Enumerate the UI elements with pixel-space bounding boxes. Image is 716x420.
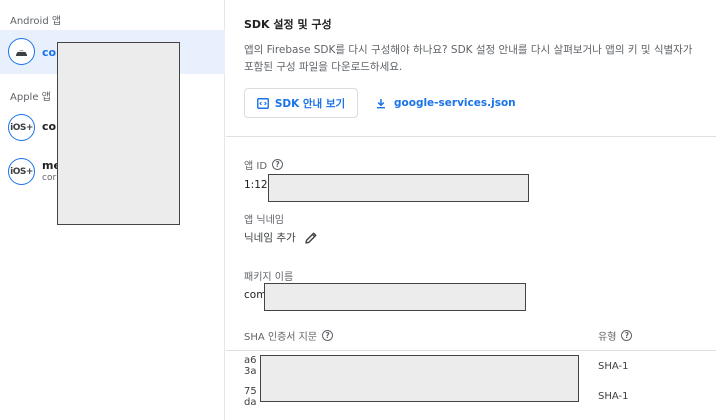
sdk-description: 앱의 Firebase SDK를 다시 구성해야 하나요? SDK 설정 안내를… xyxy=(244,44,693,73)
nickname-value: 닉네임 추가 xyxy=(244,232,296,244)
sha-fingerprint-label: SHA 인증서 지문 ? xyxy=(244,328,334,343)
sdk-section-title: SDK 설정 및 구성 xyxy=(244,18,332,31)
redaction-box xyxy=(57,42,180,225)
sha-fingerprint-row: 75 da xyxy=(244,386,257,408)
app-id-label: 앱 ID ? xyxy=(244,157,284,172)
sdk-guide-button-label: SDK 안내 보기 xyxy=(274,97,346,110)
sha-type-value: SHA-1 xyxy=(598,361,629,372)
add-nickname-button[interactable]: 닉네임 추가 xyxy=(244,230,318,245)
package-name-label: 패키지 이름 xyxy=(244,272,294,283)
redaction-box xyxy=(260,355,579,402)
edit-pencil-icon xyxy=(304,232,317,244)
help-icon[interactable]: ? xyxy=(322,330,334,341)
download-config-button[interactable]: google-services.json xyxy=(376,88,516,118)
section-divider xyxy=(226,136,716,137)
help-icon[interactable]: ? xyxy=(272,159,284,170)
redaction-box xyxy=(268,174,529,202)
app-details-panel: SDK 설정 및 구성 앱의 Firebase SDK를 다시 구성해야 하나요… xyxy=(226,0,716,420)
table-divider xyxy=(226,350,716,351)
sha-type-label: 유형 ? xyxy=(598,328,633,343)
apps-panel: Android 앱 cor Apple 앱 iOS+ cor iOS+ me c… xyxy=(0,0,225,420)
ios-app-bundle: cor xyxy=(42,173,57,183)
help-icon[interactable]: ? xyxy=(621,330,633,341)
android-section-label: Android 앱 xyxy=(10,16,62,27)
redaction-box xyxy=(264,283,526,311)
ios-icon: iOS+ xyxy=(8,158,35,185)
android-icon xyxy=(8,38,35,65)
download-icon xyxy=(377,98,385,108)
apple-section-label: Apple 앱 xyxy=(10,92,51,103)
ios-icon: iOS+ xyxy=(8,114,35,141)
app-id-value: 1:12 xyxy=(244,179,268,191)
download-config-label: google-services.json xyxy=(394,97,516,109)
sha-fingerprint-row: a6 3a xyxy=(244,355,257,377)
code-window-icon xyxy=(256,97,269,109)
sdk-guide-button[interactable]: SDK 안내 보기 xyxy=(244,88,358,118)
app-nickname-label: 앱 닉네임 xyxy=(244,215,284,226)
sha-type-value: SHA-1 xyxy=(598,391,629,402)
